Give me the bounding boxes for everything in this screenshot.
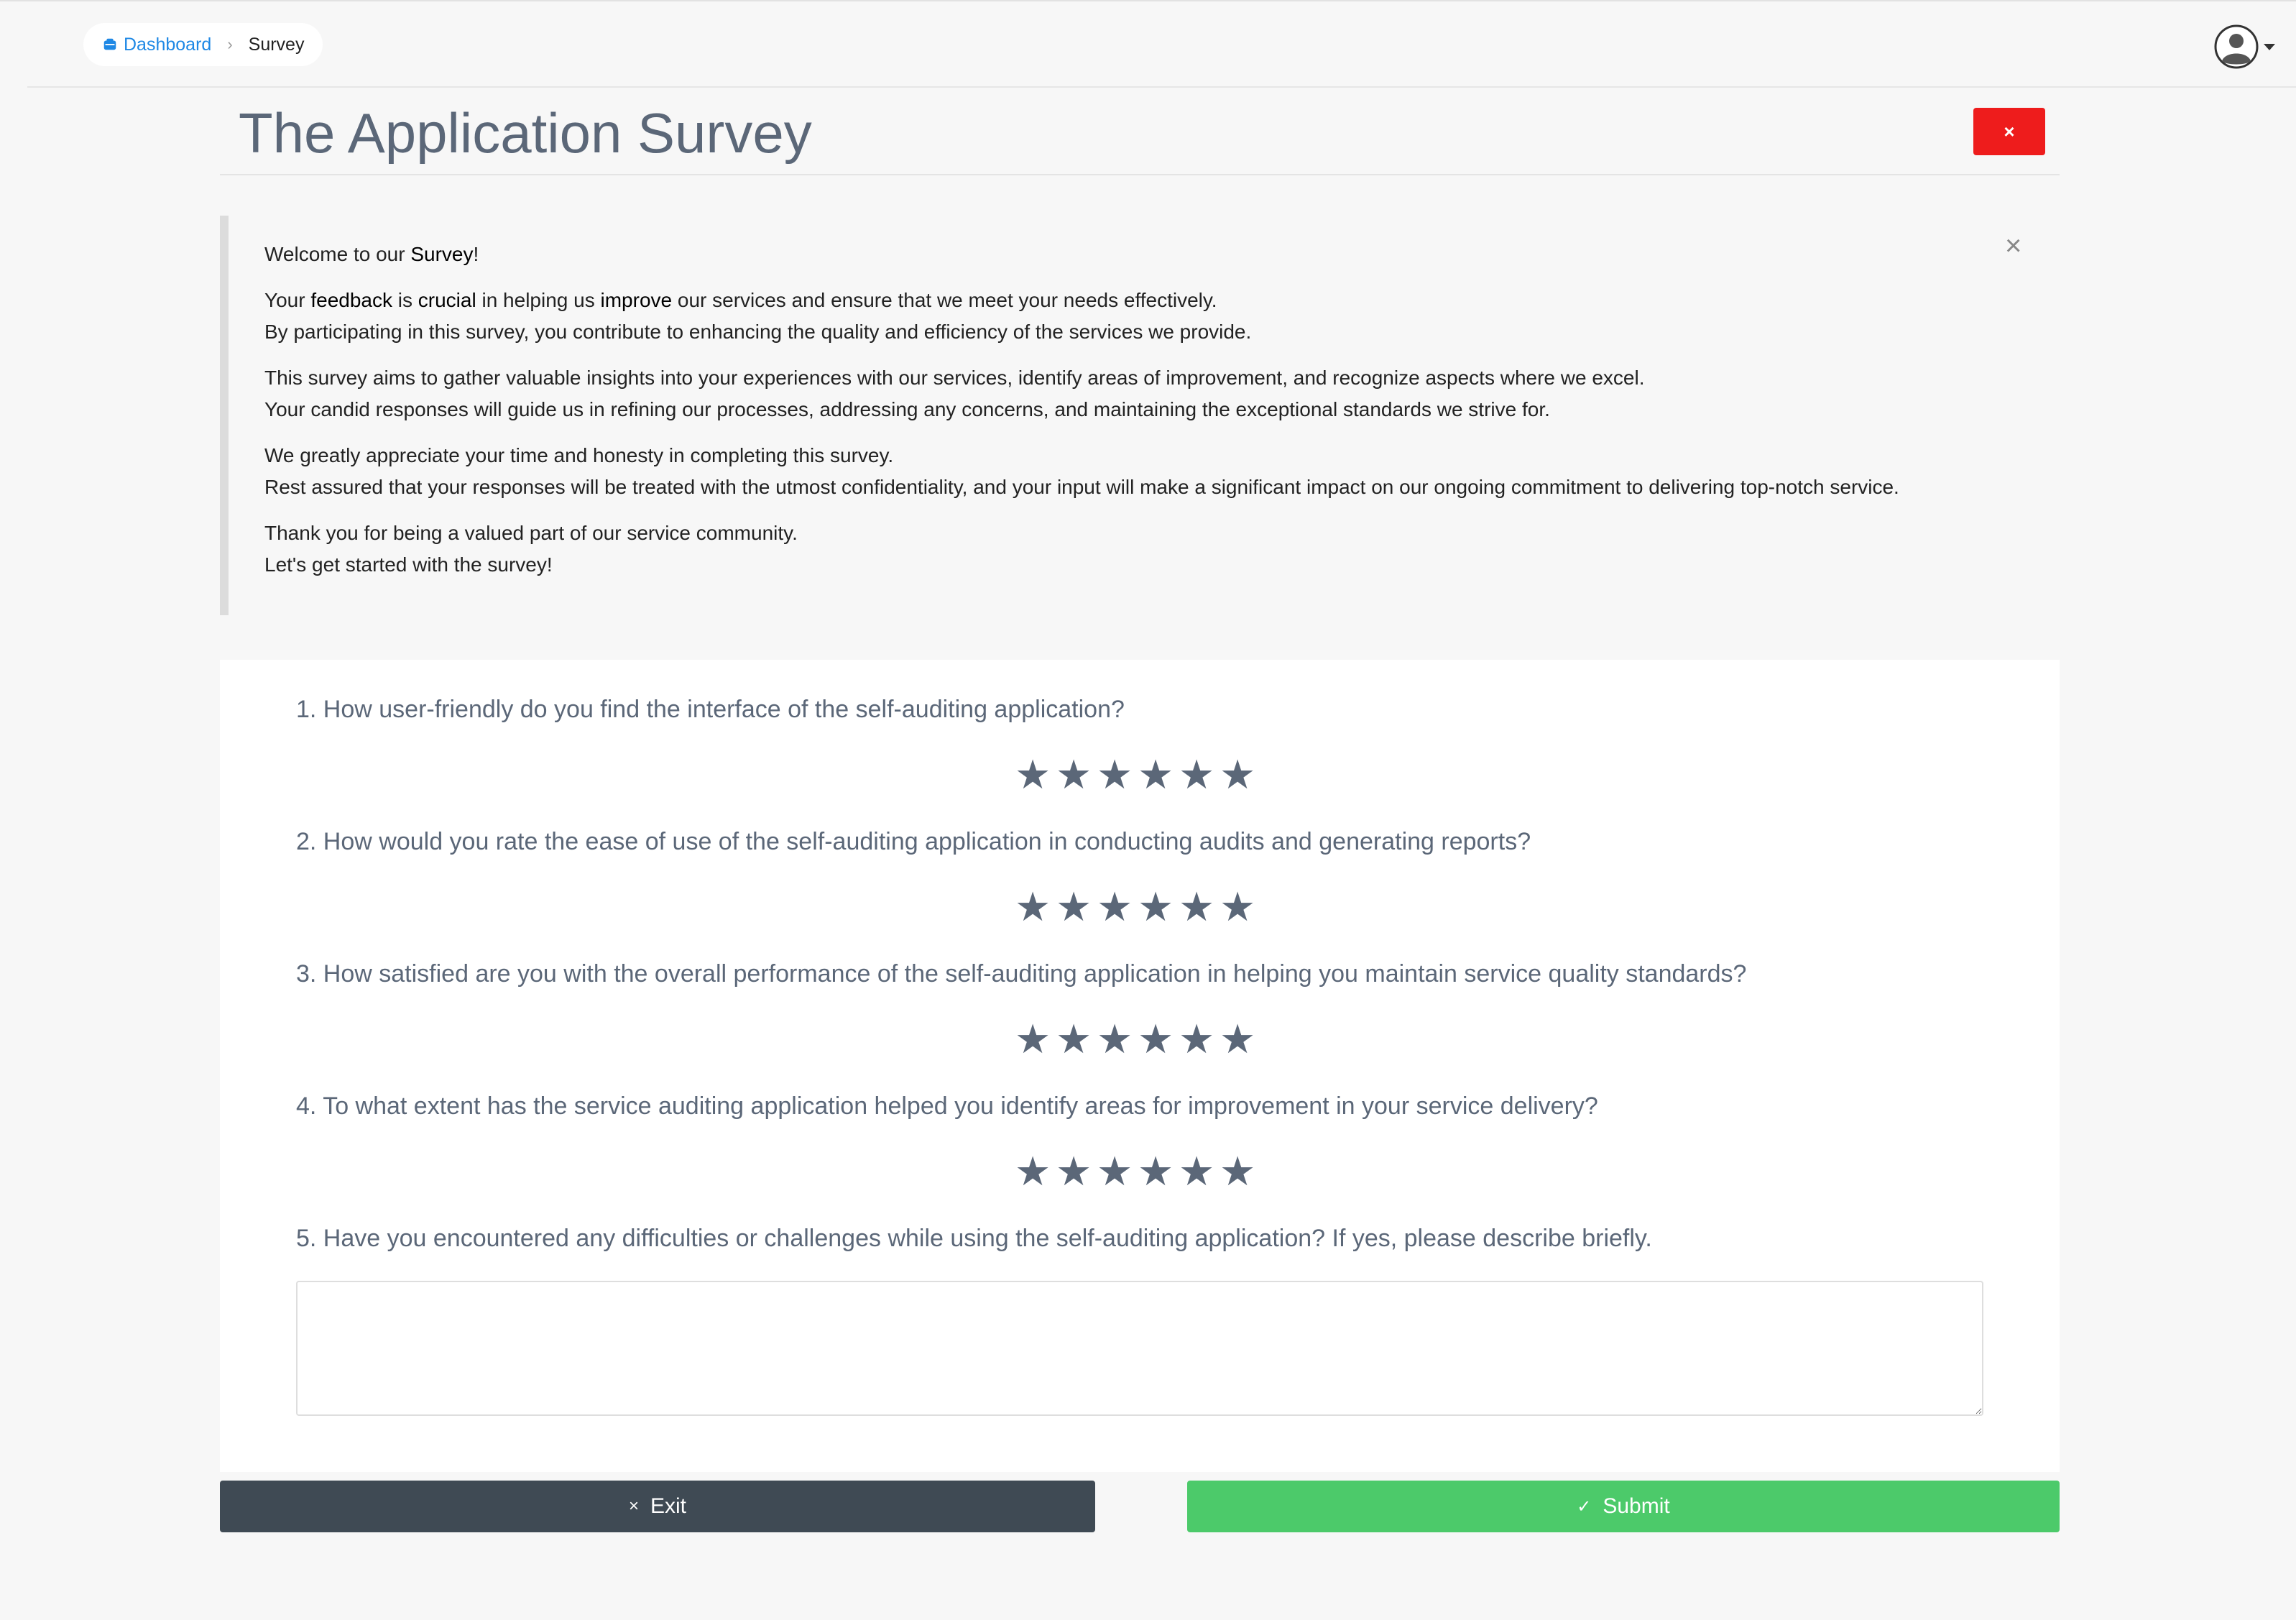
star-icon[interactable]: ★ [1179, 753, 1214, 796]
rating-stars-q2: ★ ★ ★ ★ ★ ★ [1015, 885, 1255, 929]
intro-paragraph-1: Your feedback is crucial in helping us i… [264, 285, 2060, 348]
close-icon: × [628, 1496, 639, 1516]
star-icon[interactable]: ★ [1097, 1018, 1133, 1061]
intro-paragraph-3: We greatly appreciate your time and hone… [264, 440, 2060, 503]
alert-dismiss-button[interactable]: × [2005, 231, 2021, 260]
intro-p2-line2: Your candid responses will guide us in r… [264, 398, 1550, 420]
star-icon[interactable]: ★ [1015, 885, 1051, 929]
question-5: 5. Have you encountered any difficulties… [296, 1225, 1652, 1252]
star-icon[interactable]: ★ [1097, 753, 1133, 796]
exit-label: Exit [650, 1494, 687, 1518]
intro-bold: improve [600, 289, 673, 311]
star-icon[interactable]: ★ [1220, 753, 1255, 796]
chevron-right-icon: › [227, 35, 233, 53]
question-2: 2. How would you rate the ease of use of… [296, 828, 1531, 855]
intro-alert: Welcome to our Survey! Your feedback is … [220, 216, 2060, 615]
exit-button[interactable]: × Exit [220, 1481, 1095, 1532]
star-icon[interactable]: ★ [1138, 1018, 1174, 1061]
intro-text: in helping us [476, 289, 601, 311]
intro-text: Your [264, 289, 311, 311]
close-survey-button[interactable]: × [1973, 108, 2045, 155]
intro-welcome-end: ! [473, 243, 479, 265]
submit-button[interactable]: ✓ Submit [1187, 1481, 2060, 1532]
intro-p3-line1: We greatly appreciate your time and hone… [264, 444, 894, 466]
check-icon: ✓ [1577, 1496, 1592, 1517]
survey-card: 1. How user-friendly do you find the int… [220, 660, 2060, 1472]
star-icon[interactable]: ★ [1056, 753, 1092, 796]
star-icon[interactable]: ★ [1138, 753, 1174, 796]
intro-bold: crucial [418, 289, 476, 311]
breadcrumb: Dashboard › Survey [83, 23, 323, 66]
question-4: 4. To what extent has the service auditi… [296, 1092, 1598, 1120]
top-bar: Dashboard › Survey [0, 0, 2296, 86]
intro-p1-line1: Your feedback is crucial in helping us i… [264, 285, 2060, 316]
star-icon[interactable]: ★ [1056, 1018, 1092, 1061]
intro-welcome-bold: Survey [410, 243, 474, 265]
star-icon[interactable]: ★ [1056, 1150, 1092, 1193]
title-divider [220, 174, 2060, 175]
star-icon[interactable]: ★ [1179, 1150, 1214, 1193]
intro-paragraph-4: Thank you for being a valued part of our… [264, 517, 2060, 581]
star-icon[interactable]: ★ [1056, 885, 1092, 929]
star-icon[interactable]: ★ [1097, 885, 1133, 929]
user-menu[interactable] [2213, 22, 2275, 72]
intro-text: is [392, 289, 418, 311]
rating-stars-q1: ★ ★ ★ ★ ★ ★ [1015, 753, 1255, 796]
chevron-down-icon [2264, 43, 2275, 50]
question-3: 3. How satisfied are you with the overal… [296, 960, 1747, 988]
top-bar-divider [27, 86, 2296, 88]
rating-stars-q3: ★ ★ ★ ★ ★ ★ [1015, 1018, 1255, 1061]
breadcrumb-dashboard-link[interactable]: Dashboard [102, 34, 211, 55]
star-icon[interactable]: ★ [1138, 885, 1174, 929]
star-icon[interactable]: ★ [1179, 1018, 1214, 1061]
question-1: 1. How user-friendly do you find the int… [296, 696, 1125, 723]
star-icon[interactable]: ★ [1015, 753, 1051, 796]
intro-paragraph-2: This survey aims to gather valuable insi… [264, 362, 2060, 425]
intro-p1-line2: By participating in this survey, you con… [264, 321, 1252, 343]
intro-p4-line1: Thank you for being a valued part of our… [264, 522, 798, 544]
intro-welcome: Welcome to our Survey! [264, 239, 2060, 270]
star-icon[interactable]: ★ [1097, 1150, 1133, 1193]
star-icon[interactable]: ★ [1015, 1018, 1051, 1061]
star-icon[interactable]: ★ [1015, 1150, 1051, 1193]
intro-text: our services and ensure that we meet you… [672, 289, 1217, 311]
breadcrumb-dashboard-label: Dashboard [124, 34, 212, 55]
rating-stars-q4: ★ ★ ★ ★ ★ ★ [1015, 1150, 1255, 1193]
intro-welcome-text: Welcome to our [264, 243, 411, 265]
star-icon[interactable]: ★ [1179, 885, 1214, 929]
star-icon[interactable]: ★ [1220, 885, 1255, 929]
user-avatar-icon [2214, 24, 2259, 69]
page-title: The Application Survey [239, 101, 812, 165]
submit-label: Submit [1603, 1494, 1670, 1518]
star-icon[interactable]: ★ [1138, 1150, 1174, 1193]
star-icon[interactable]: ★ [1220, 1150, 1255, 1193]
intro-p3-line2: Rest assured that your responses will be… [264, 476, 1899, 498]
star-icon[interactable]: ★ [1220, 1018, 1255, 1061]
intro-p4-line2: Let's get started with the survey! [264, 553, 553, 576]
intro-bold: feedback [310, 289, 392, 311]
difficulties-textarea[interactable] [296, 1281, 1983, 1416]
home-icon [103, 38, 116, 50]
breadcrumb-current: Survey [248, 34, 305, 55]
intro-p2-line1: This survey aims to gather valuable insi… [264, 367, 1645, 389]
